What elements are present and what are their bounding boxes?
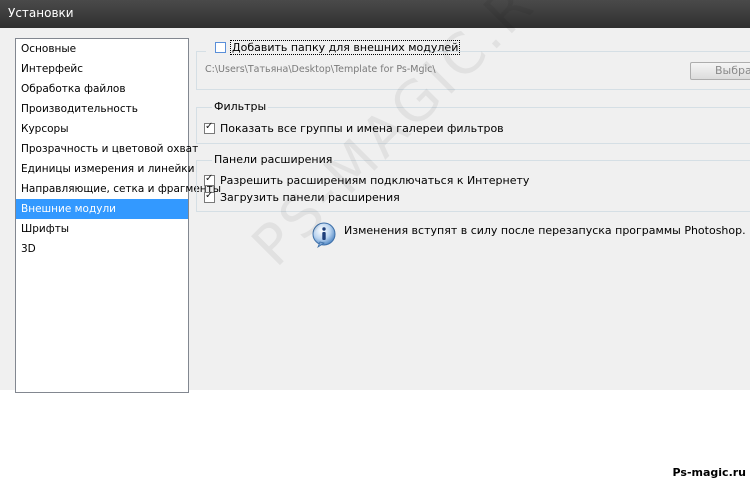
category-item-cursors[interactable]: Курсоры bbox=[16, 119, 188, 139]
filters-group-border bbox=[196, 143, 750, 144]
show-all-filters-checkbox[interactable] bbox=[204, 121, 215, 134]
category-item-interface[interactable]: Интерфейс bbox=[16, 59, 188, 79]
category-item-guides-grid[interactable]: Направляющие, сетка и фрагменты bbox=[16, 179, 221, 199]
load-panels-checkbox[interactable] bbox=[204, 190, 215, 203]
plugins-group-border bbox=[196, 89, 750, 90]
plugins-group-border bbox=[196, 51, 197, 89]
filters-group-border bbox=[196, 107, 750, 108]
allow-internet-checkbox[interactable] bbox=[204, 173, 215, 186]
add-plugin-folder-label[interactable]: Добавить папку для внешних модулей bbox=[229, 40, 461, 55]
load-panels-row: Загрузить панели расширения bbox=[204, 190, 400, 204]
add-plugin-folder-row: Добавить папку для внешних модулей bbox=[215, 40, 461, 55]
show-all-filters-label[interactable]: Показать все группы и имена галереи филь… bbox=[220, 122, 504, 135]
show-all-filters-row: Показать все группы и имена галереи филь… bbox=[204, 121, 504, 135]
preferences-dialog: Основные Интерфейс Обработка файлов Прои… bbox=[0, 0, 750, 393]
load-panels-label[interactable]: Загрузить панели расширения bbox=[220, 191, 400, 204]
extensions-group-title: Панели расширения bbox=[212, 153, 335, 166]
filters-group-title: Фильтры bbox=[212, 100, 269, 113]
category-item-general[interactable]: Основные bbox=[16, 39, 188, 59]
plugins-group-border bbox=[196, 51, 206, 52]
category-item-file-handling[interactable]: Обработка файлов bbox=[16, 79, 188, 99]
add-plugin-folder-checkbox[interactable] bbox=[215, 42, 226, 53]
restart-notice: Изменения вступят в силу после перезапус… bbox=[344, 224, 746, 237]
plugin-folder-path: C:\Users\Татьяна\Desktop\Template for Ps… bbox=[205, 64, 436, 75]
choose-folder-button[interactable]: Выбрать bbox=[690, 62, 750, 80]
plugins-group-border bbox=[424, 51, 750, 52]
extensions-group-border bbox=[196, 211, 750, 212]
category-list[interactable]: Основные Интерфейс Обработка файлов Прои… bbox=[15, 38, 221, 393]
category-item-units-rulers[interactable]: Единицы измерения и линейки bbox=[16, 159, 194, 179]
info-icon bbox=[312, 222, 336, 248]
filters-group-border bbox=[196, 107, 197, 143]
category-item-3d[interactable]: 3D bbox=[16, 239, 188, 259]
allow-internet-row: Разрешить расширениям подключаться к Инт… bbox=[204, 173, 529, 187]
allow-internet-label[interactable]: Разрешить расширениям подключаться к Инт… bbox=[220, 174, 529, 187]
category-item-performance[interactable]: Производительность bbox=[16, 99, 188, 119]
window-title: Установки bbox=[8, 6, 74, 20]
site-credit: Ps-magic.ru bbox=[672, 466, 746, 479]
title-bar: Установки bbox=[0, 0, 750, 28]
extensions-group-border bbox=[196, 160, 197, 211]
category-item-transparency[interactable]: Прозрачность и цветовой охват bbox=[16, 139, 198, 159]
category-item-plugins[interactable]: Внешние модули bbox=[16, 199, 188, 219]
category-item-type[interactable]: Шрифты bbox=[16, 219, 188, 239]
